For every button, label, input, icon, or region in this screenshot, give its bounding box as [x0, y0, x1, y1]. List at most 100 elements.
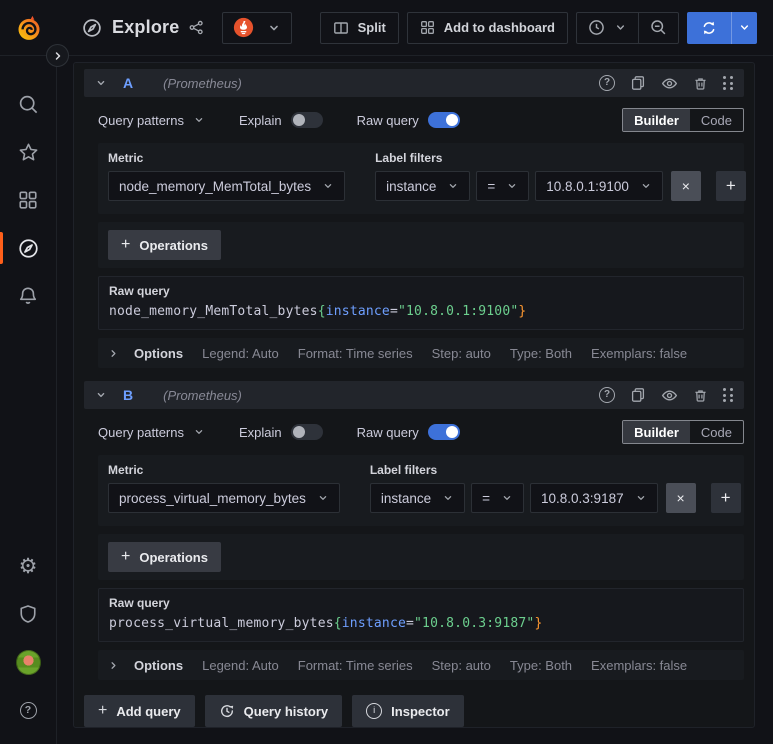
remove-query-trash-icon[interactable] [693, 388, 708, 403]
chevron-down-icon [447, 180, 459, 192]
options-row-a: Options Legend: Auto Format: Time series… [98, 338, 744, 368]
hide-response-eye-icon[interactable] [661, 75, 678, 92]
raw-query-box-a: Raw query node_memory_MemTotal_bytes{ins… [98, 276, 744, 330]
sidebar-expand-button[interactable] [46, 44, 69, 67]
add-query-label: Add query [116, 703, 181, 719]
sidebar-item-starred[interactable] [0, 128, 56, 176]
explain-toggle-wrap: Explain [239, 424, 323, 440]
chevron-right-icon[interactable] [108, 660, 119, 671]
token-close-brace: } [518, 304, 527, 319]
shield-icon [18, 604, 38, 624]
split-label: Split [357, 20, 386, 35]
grafana-logo-icon[interactable] [15, 14, 43, 42]
code-option[interactable]: Code [690, 421, 743, 443]
plus-icon: + [725, 176, 736, 195]
nav-left: Explore [82, 11, 293, 44]
operator-value: = [482, 490, 491, 506]
refresh-interval-dropdown[interactable] [731, 11, 757, 44]
sidebar-item-explore[interactable] [0, 224, 56, 272]
options-toggle-label[interactable]: Options [134, 346, 183, 361]
drag-handle-icon[interactable] [723, 76, 733, 90]
options-legend: Legend: Auto [202, 345, 279, 361]
label-name-select[interactable]: instance [375, 171, 471, 201]
builder-option[interactable]: Builder [623, 421, 690, 443]
query-header-actions: ? [599, 387, 733, 404]
label-value-select[interactable]: 10.8.0.3:9187 [530, 483, 658, 513]
sidebar-item-configuration[interactable]: ⚙ [0, 542, 56, 590]
hide-response-eye-icon[interactable] [661, 387, 678, 404]
label-value: 10.8.0.1:9100 [546, 178, 629, 194]
collapse-chevron-icon[interactable] [95, 389, 107, 401]
query-header-a[interactable]: A (Prometheus) ? [84, 69, 744, 97]
add-operation-button[interactable]: + Operations [108, 542, 221, 572]
builder-option[interactable]: Builder [623, 109, 690, 131]
compass-icon [18, 238, 39, 259]
operations-label: Operations [139, 237, 208, 253]
code-option[interactable]: Code [690, 109, 743, 131]
label-name-select[interactable]: instance [369, 483, 466, 513]
plus-icon: + [121, 548, 131, 565]
query-patterns-dropdown[interactable]: Query patterns [98, 113, 205, 128]
label-filters-label: Label filters [369, 463, 438, 477]
gear-icon: ⚙ [18, 554, 38, 578]
duplicate-query-icon[interactable] [630, 75, 646, 91]
query-help-icon[interactable]: ? [599, 75, 615, 91]
query-help-icon[interactable]: ? [599, 387, 615, 403]
zoom-out-button[interactable] [638, 12, 678, 43]
add-filter-button[interactable]: + [710, 483, 741, 513]
remove-filter-button[interactable]: × [670, 171, 701, 201]
operator-select[interactable]: = [476, 171, 530, 201]
token-metric: node_memory_MemTotal_bytes [109, 304, 318, 319]
metric-select[interactable]: process_virtual_memory_bytes [108, 483, 340, 513]
sidebar-item-search[interactable] [0, 80, 56, 128]
sidebar-item-profile[interactable] [0, 638, 56, 686]
sidebar-item-dashboards[interactable] [0, 176, 56, 224]
query-header-b[interactable]: B (Prometheus) ? [84, 381, 744, 409]
raw-query-toggle[interactable] [427, 424, 460, 440]
close-icon: × [681, 178, 690, 194]
add-to-dashboard-button[interactable]: Add to dashboard [406, 11, 568, 44]
query-history-button[interactable]: Query history [204, 695, 343, 727]
label-value-select[interactable]: 10.8.0.1:9100 [535, 171, 663, 201]
options-step: Step: auto [431, 345, 491, 361]
add-filter-button[interactable]: + [715, 171, 746, 201]
chevron-right-icon[interactable] [108, 348, 119, 359]
remove-query-trash-icon[interactable] [693, 76, 708, 91]
query-toolbar-a: Query patterns Explain Raw query Builder… [98, 106, 744, 134]
builder-code-switch: Builder Code [622, 108, 744, 132]
explain-toggle-wrap: Explain [239, 112, 323, 128]
metric-value: process_virtual_memory_bytes [119, 490, 306, 506]
inspector-button[interactable]: i Inspector [352, 695, 464, 727]
time-range-picker[interactable] [577, 13, 638, 43]
token-equals: = [406, 616, 415, 631]
drag-handle-icon[interactable] [723, 388, 733, 402]
explain-toggle[interactable] [290, 112, 323, 128]
search-icon [18, 94, 39, 115]
raw-query-toggle-wrap: Raw query [357, 424, 460, 440]
time-controls-group [576, 11, 679, 44]
split-button[interactable]: Split [319, 11, 399, 44]
raw-query-toggle[interactable] [427, 112, 460, 128]
sidebar-item-server-admin[interactable] [0, 590, 56, 638]
duplicate-query-icon[interactable] [630, 387, 646, 403]
token-metric: process_virtual_memory_bytes [109, 616, 334, 631]
datasource-picker[interactable] [222, 11, 293, 44]
sidebar-item-help[interactable]: ? [0, 686, 56, 734]
sidebar-item-alerting[interactable] [0, 272, 56, 320]
options-legend: Legend: Auto [202, 657, 279, 673]
run-query-button[interactable] [687, 11, 731, 44]
metric-field-label: Metric [108, 463, 144, 477]
remove-filter-button[interactable]: × [665, 483, 696, 513]
add-operation-button[interactable]: + Operations [108, 230, 221, 260]
add-query-button[interactable]: + Add query [84, 695, 195, 727]
share-icon[interactable] [189, 20, 204, 35]
metric-select[interactable]: node_memory_MemTotal_bytes [108, 171, 346, 201]
chevron-down-icon [738, 21, 751, 34]
page-title: Explore [112, 17, 180, 37]
query-patterns-dropdown[interactable]: Query patterns [98, 425, 205, 440]
options-toggle-label[interactable]: Options [134, 658, 183, 673]
collapse-chevron-icon[interactable] [95, 77, 107, 89]
explain-toggle[interactable] [290, 424, 323, 440]
operator-select[interactable]: = [471, 483, 525, 513]
active-indicator [0, 232, 3, 264]
